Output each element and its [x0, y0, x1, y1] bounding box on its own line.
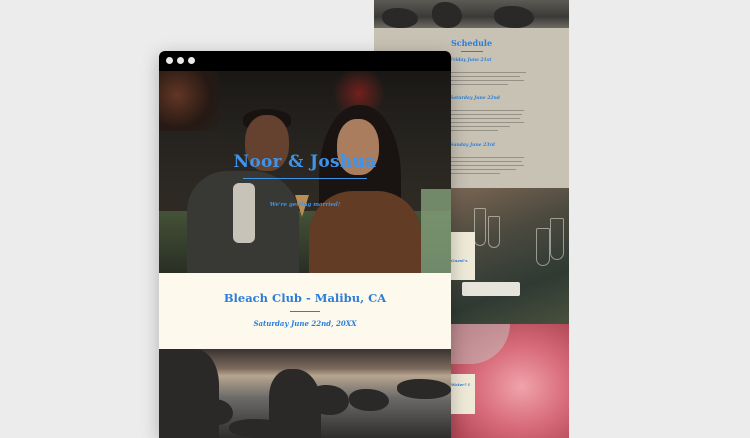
couple-hero-photo: Noor & Joshua We're getting married! — [159, 71, 451, 273]
text-line — [450, 114, 522, 116]
wedding-site-browser-window: Noor & Joshua We're getting married! Ble… — [159, 51, 451, 438]
window-titlebar — [159, 51, 451, 71]
window-minimize-dot[interactable] — [177, 57, 184, 64]
text-line — [450, 80, 524, 82]
card-text: Guest's — [451, 258, 468, 263]
text-line — [450, 118, 520, 120]
text-line — [450, 76, 520, 78]
text-line — [450, 165, 524, 167]
event-date: Saturday June 22nd, 20XX — [253, 319, 357, 328]
window-maximize-dot[interactable] — [188, 57, 195, 64]
text-line — [450, 157, 524, 159]
names-divider — [243, 178, 367, 179]
venue-divider — [290, 311, 320, 312]
schedule-heading: Schedule — [450, 38, 493, 48]
text-line — [450, 161, 522, 163]
text-line — [450, 169, 516, 171]
couple-names-heading: Noor & Joshua — [233, 152, 377, 172]
text-line — [450, 130, 498, 132]
tagline: We're getting married! — [269, 202, 341, 208]
schedule-divider — [461, 51, 483, 52]
photo-overlay — [159, 71, 451, 273]
info-card: Guest's — [450, 232, 475, 280]
schedule-day-label: Saturday June 22nd — [450, 96, 500, 101]
venue-heading: Bleach Club - Malibu, CA — [223, 291, 387, 305]
schedule-day-label: Sunday June 23rd — [450, 143, 495, 148]
text-line — [450, 173, 500, 175]
info-card: Water? I — [450, 374, 475, 414]
window-close-dot[interactable] — [166, 57, 173, 64]
beach-rocks-photo — [159, 349, 451, 438]
text-line — [450, 72, 526, 74]
text-line — [450, 110, 524, 112]
text-line — [450, 122, 524, 124]
schedule-day-label: Friday June 21st — [450, 58, 492, 63]
card-text: Water? I — [451, 382, 470, 387]
text-line — [450, 126, 510, 128]
text-line — [450, 84, 508, 86]
rocks-photo-strip — [374, 0, 569, 28]
